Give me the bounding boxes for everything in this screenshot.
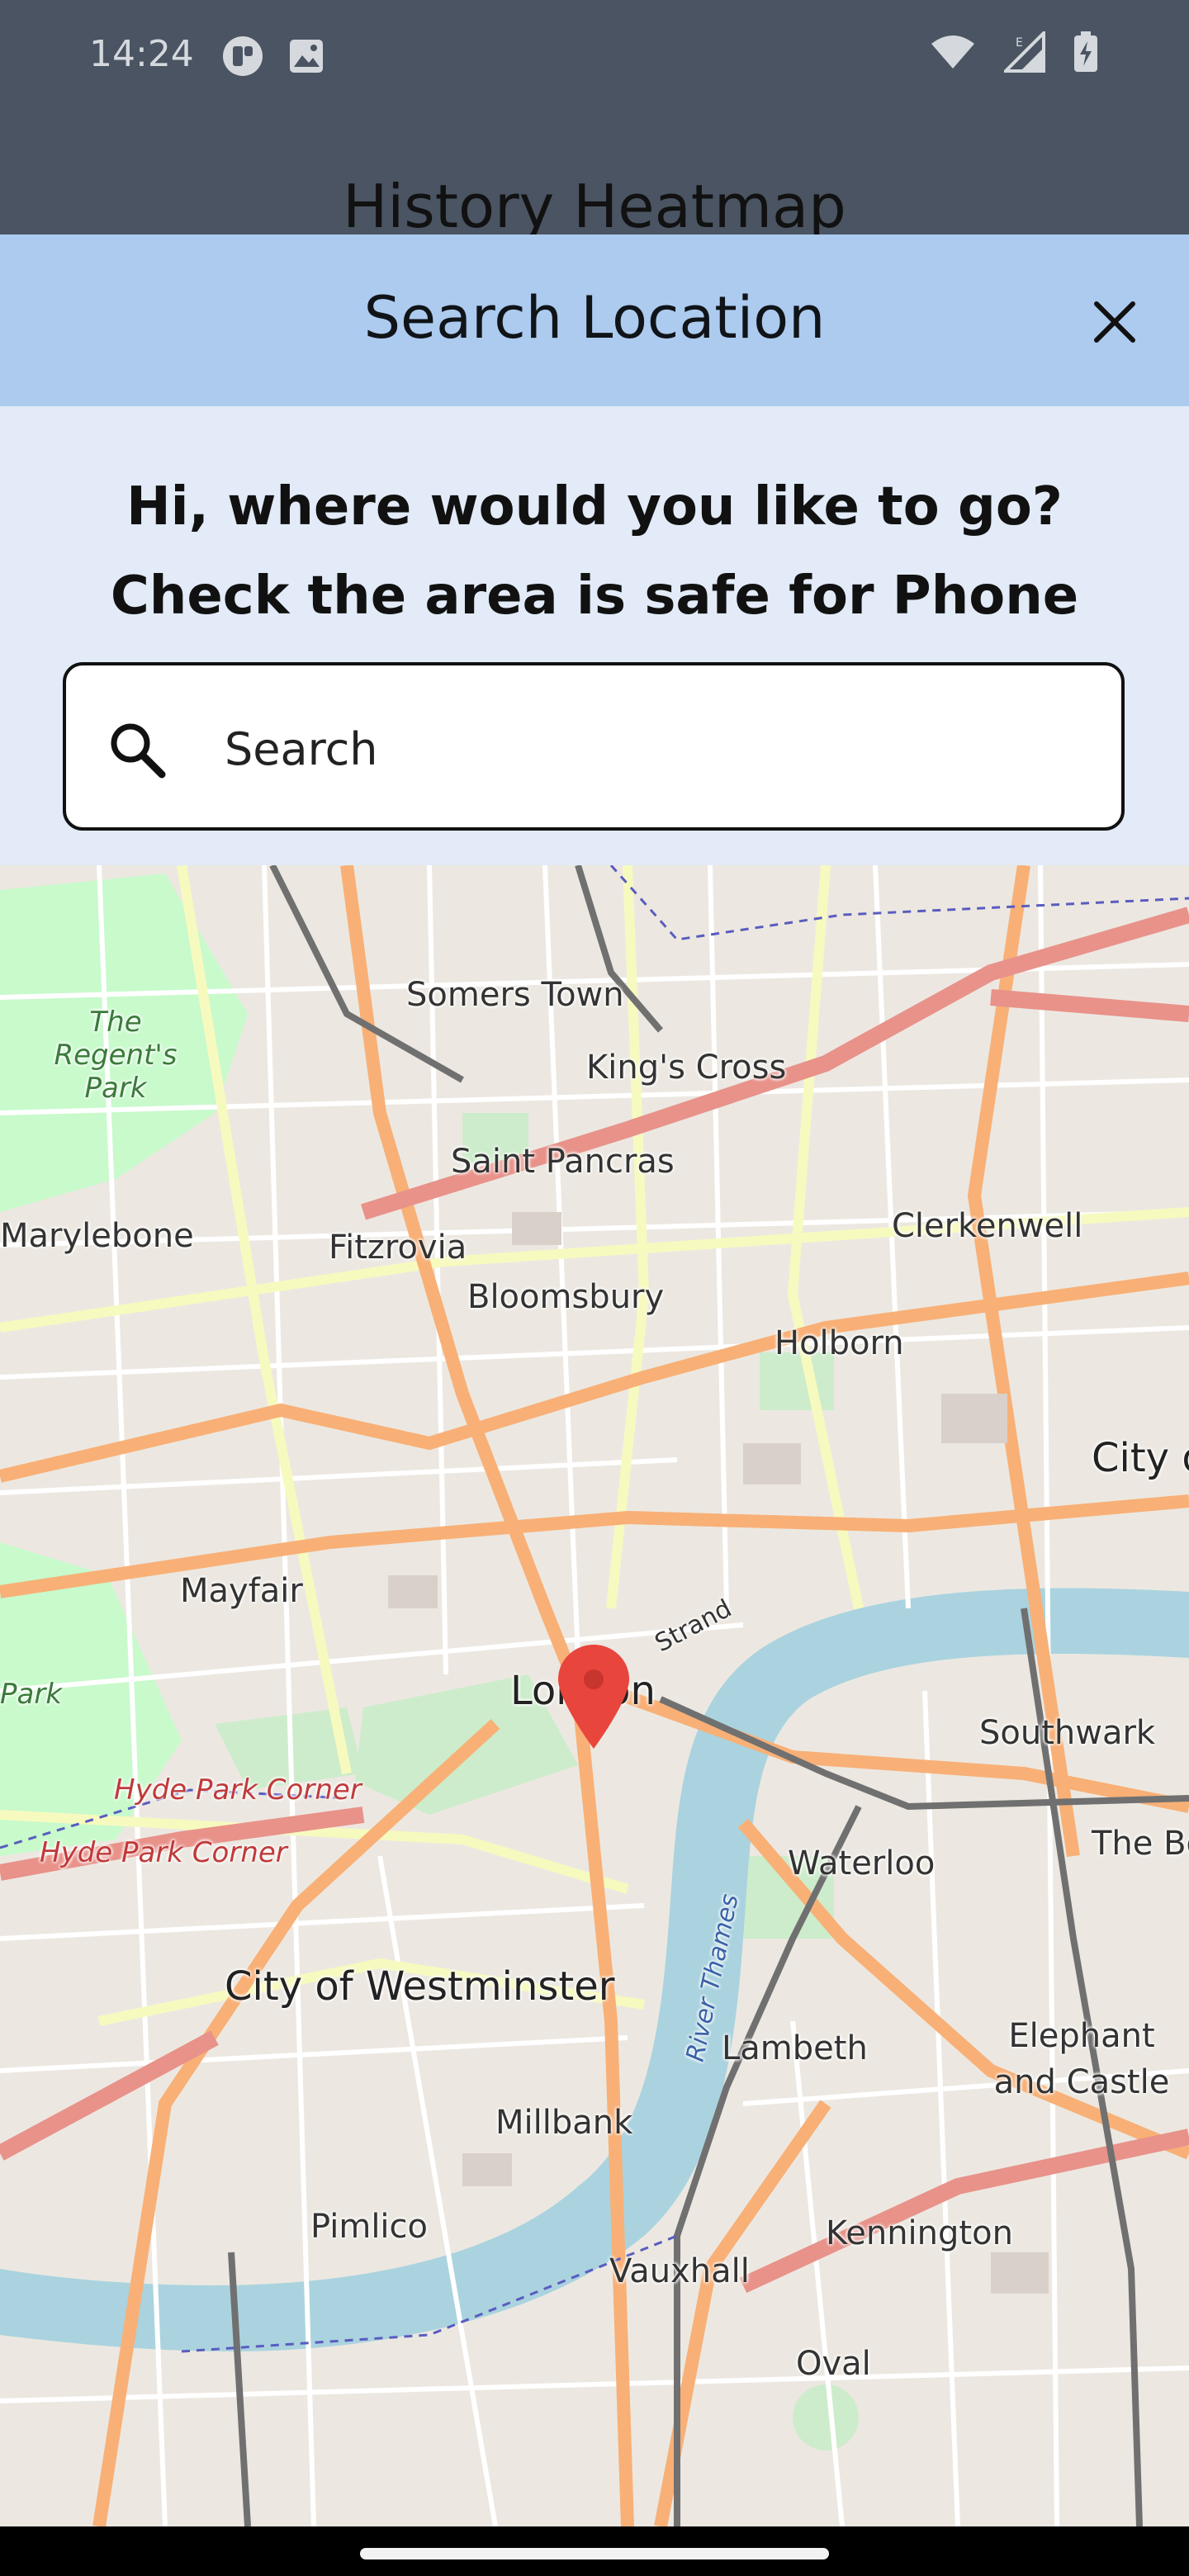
search-box[interactable] (63, 662, 1125, 831)
map-label: City of London (1092, 1435, 1189, 1481)
map-label: City of Westminster (225, 1963, 615, 2010)
close-icon (1094, 301, 1135, 343)
map-label: Waterloo (788, 1844, 936, 1882)
map-label: Elephant and Castle (993, 2017, 1170, 2101)
status-left-icons (221, 35, 325, 81)
svg-text:E: E (1016, 36, 1023, 50)
map-label: Somers Town (406, 976, 624, 1014)
map-label: The Regent's Park (54, 1006, 178, 1105)
wifi-icon (930, 34, 976, 73)
sheet-header: Search Location (0, 234, 1189, 406)
map-label: Bloomsbury (467, 1278, 665, 1316)
search-input[interactable] (223, 707, 1085, 791)
location-pin-icon (558, 1645, 629, 1749)
map-label: Pimlico (310, 2208, 429, 2246)
map-label: Oval (796, 2345, 871, 2383)
status-right-icons: E (930, 29, 1098, 76)
search-prompt: Hi, where would you like to go? Check th… (0, 462, 1189, 641)
map-label: Southwark (979, 1714, 1156, 1752)
map-label: King's Cross (586, 1049, 787, 1087)
map-label: Saint Pancras (451, 1143, 675, 1181)
map-label: Fitzrovia (329, 1229, 467, 1267)
map-label: Kennington (826, 2214, 1013, 2252)
notification-app-icon (221, 35, 264, 81)
app-bar-title: History Heatmap (343, 172, 846, 234)
map-label: Park (0, 1678, 63, 1711)
battery-charging-icon (1073, 31, 1098, 76)
map-label: Mayfair (180, 1572, 303, 1610)
image-icon (287, 37, 325, 78)
map-label: Vauxhall (609, 2252, 750, 2290)
map-label: The Borough (1092, 1825, 1189, 1863)
signal-icon: E (1002, 29, 1045, 76)
search-icon (107, 720, 167, 783)
map-label: Hyde Park Corner (40, 1836, 287, 1869)
map-label: Marylebone (0, 1217, 194, 1255)
map-label: Holborn (775, 1324, 904, 1362)
prompt-line-2: Check the area is safe for Phone (110, 566, 1079, 627)
status-time: 14:24 (89, 33, 194, 75)
map-label: Hyde Park Corner (114, 1773, 362, 1807)
status-bar: 14:24 E (0, 0, 1189, 116)
map-label: Lambeth (722, 2029, 868, 2067)
app-bar: History Heatmap (0, 116, 1189, 234)
home-gesture-handle[interactable] (360, 2548, 829, 2559)
sheet-title: Search Location (363, 284, 826, 352)
map-label: Clerkenwell (892, 1207, 1083, 1245)
close-button[interactable] (1082, 289, 1148, 355)
location-marker[interactable] (555, 1643, 632, 1754)
map-label: Millbank (495, 2104, 633, 2142)
prompt-line-1: Hi, where would you like to go? (126, 476, 1063, 537)
